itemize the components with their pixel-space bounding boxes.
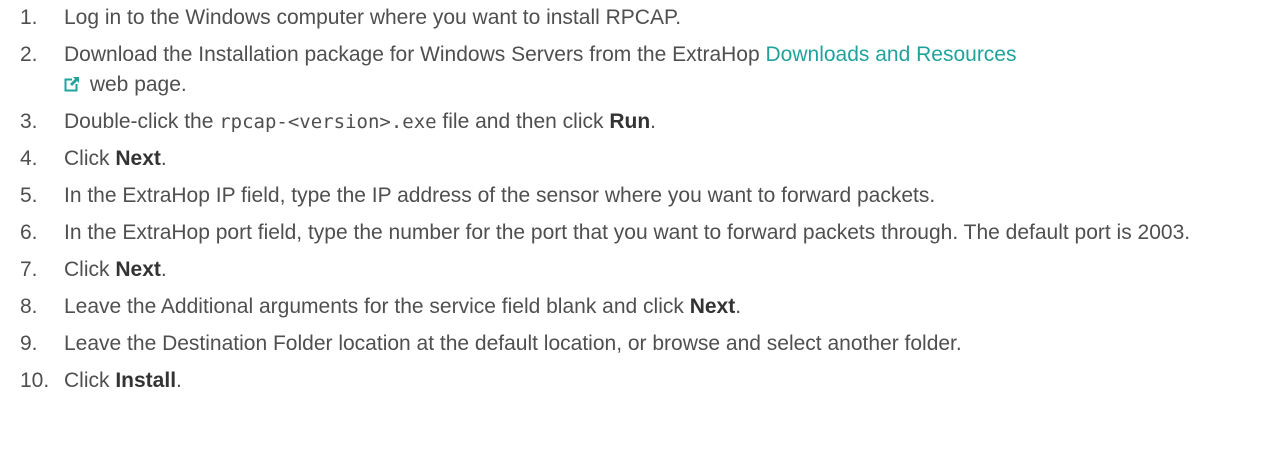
step-8: 8. Leave the Additional arguments for th…: [0, 292, 1281, 322]
step-number: 6.: [20, 221, 38, 244]
step-4: 4. Click Next.: [0, 144, 1281, 174]
step-text: Click: [64, 369, 116, 392]
step-10: 10. Click Install.: [0, 366, 1281, 396]
step-text: Double-click the: [64, 110, 220, 133]
step-text-suffix: .: [735, 295, 742, 318]
external-link-icon[interactable]: [64, 76, 80, 92]
step-6: 6. In the ExtraHop port field, type the …: [0, 218, 1281, 248]
next-label: Next: [115, 258, 161, 281]
step-text: Download the Installation package for Wi…: [64, 43, 766, 66]
step-text-suffix: .: [650, 110, 657, 133]
step-text: Click: [64, 258, 116, 281]
step-text: In the ExtraHop IP field, type the IP ad…: [64, 184, 936, 207]
run-label: Run: [609, 110, 651, 133]
step-number: 9.: [20, 332, 38, 355]
step-number: 1.: [20, 6, 38, 29]
filename-code: rpcap-<version>.exe: [219, 111, 437, 133]
step-number: 10.: [20, 369, 50, 392]
next-label: Next: [689, 295, 736, 318]
step-text-suffix: .: [160, 258, 167, 281]
step-number: 4.: [20, 147, 38, 170]
step-5: 5. In the ExtraHop IP field, type the IP…: [0, 181, 1281, 211]
step-text-suffix: .: [160, 147, 167, 170]
step-number: 2.: [20, 43, 38, 66]
step-2: 2. Download the Installation package for…: [0, 40, 1281, 100]
step-number: 3.: [20, 110, 38, 133]
step-number: 5.: [20, 184, 38, 207]
install-label: Install: [115, 369, 177, 392]
step-number: 7.: [20, 258, 38, 281]
step-text-suffix: web page.: [84, 73, 187, 96]
step-text: Click: [64, 147, 116, 170]
downloads-and-resources-link[interactable]: Downloads and Resources: [766, 43, 1017, 66]
step-text: Leave the Additional arguments for the s…: [64, 295, 690, 318]
step-9: 9. Leave the Destination Folder location…: [0, 329, 1281, 359]
step-7: 7. Click Next.: [0, 255, 1281, 285]
step-text: Log in to the Windows computer where you…: [64, 6, 682, 29]
step-number: 8.: [20, 295, 38, 318]
installation-steps-list: 1. Log in to the Windows computer where …: [0, 3, 1281, 396]
step-text: In the ExtraHop port field, type the num…: [64, 221, 1191, 244]
step-text-mid: file and then click: [436, 110, 610, 133]
step-text: Leave the Destination Folder location at…: [64, 332, 962, 355]
next-label: Next: [115, 147, 161, 170]
step-text-suffix: .: [176, 369, 182, 392]
step-1: 1. Log in to the Windows computer where …: [0, 3, 1281, 33]
step-3: 3. Double-click the rpcap-<version>.exe …: [0, 107, 1281, 137]
